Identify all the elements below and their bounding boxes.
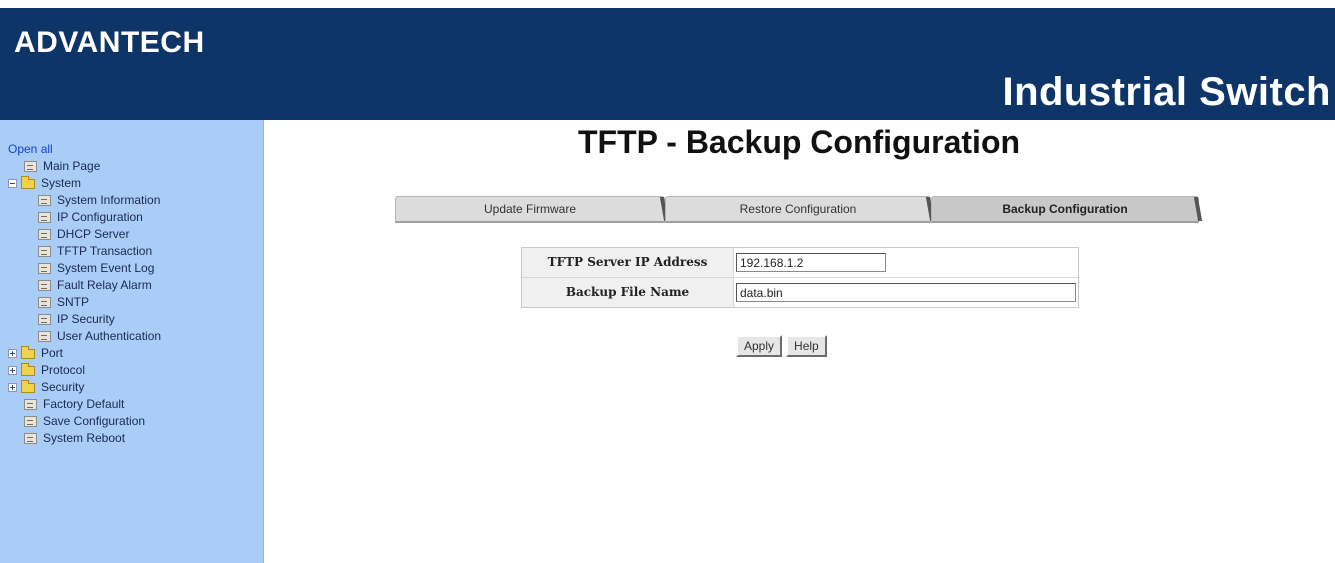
- sidebar-item-label: DHCP Server: [57, 227, 130, 241]
- sidebar-item-ip-configuration[interactable]: IP Configuration: [38, 209, 143, 226]
- expand-icon[interactable]: [8, 349, 17, 358]
- sidebar-item-tftp-transaction[interactable]: TFTP Transaction: [38, 243, 152, 260]
- file-name-label: Backup File Name: [522, 278, 734, 307]
- sidebar-item-label: Security: [41, 380, 85, 394]
- file-name-row: Backup File Name: [522, 278, 1078, 307]
- tab-label: Restore Configuration: [739, 202, 857, 216]
- sidebar-item-label: Factory Default: [43, 397, 125, 411]
- page-icon: [24, 433, 37, 444]
- sidebar-item-factory-default[interactable]: Factory Default: [24, 396, 124, 413]
- page-icon: [24, 399, 37, 410]
- expand-icon[interactable]: [8, 366, 17, 375]
- sidebar-item-system-information[interactable]: System Information: [38, 192, 160, 209]
- tab-update-firmware[interactable]: Update Firmware: [395, 196, 669, 223]
- open-all-link[interactable]: Open all: [8, 142, 53, 156]
- folder-icon: [21, 345, 35, 359]
- page-title: TFTP - Backup Configuration: [577, 124, 1021, 160]
- sidebar-item-system-event-log[interactable]: System Event Log: [38, 260, 154, 277]
- sidebar-item-label: IP Security: [57, 312, 115, 326]
- tab-backup-configuration[interactable]: Backup Configuration: [931, 196, 1203, 223]
- sidebar-item-label: Save Configuration: [43, 414, 146, 428]
- sidebar-folder-system[interactable]: System: [8, 175, 81, 192]
- sidebar-folder-port[interactable]: Port: [8, 345, 63, 362]
- sidebar-item-label: Main Page: [43, 159, 101, 173]
- sidebar-item-dhcp-server[interactable]: DHCP Server: [38, 226, 129, 243]
- page-icon: [38, 212, 51, 223]
- expand-icon[interactable]: [8, 383, 17, 392]
- advantech-logo: ADVANTECH: [14, 26, 205, 59]
- tab-label: Update Firmware: [483, 202, 577, 216]
- page-icon: [38, 229, 51, 240]
- sidebar-item-label: SNTP: [57, 295, 90, 309]
- server-ip-input[interactable]: [736, 253, 886, 272]
- sidebar-item-label: System Information: [57, 193, 161, 207]
- page-icon: [38, 280, 51, 291]
- sidebar-item-label: System: [41, 176, 82, 190]
- sidebar-item-fault-relay-alarm[interactable]: Fault Relay Alarm: [38, 277, 152, 294]
- page-icon: [38, 314, 51, 325]
- sidebar-navigation: Open all Main Page System System Informa…: [0, 120, 264, 563]
- page-icon: [24, 161, 37, 172]
- server-ip-label: TFTP Server IP Address: [522, 248, 734, 277]
- page-icon: [38, 297, 51, 308]
- tab-divider: [1193, 197, 1203, 221]
- tab-restore-configuration[interactable]: Restore Configuration: [665, 196, 935, 223]
- apply-button[interactable]: Apply: [736, 335, 783, 357]
- sidebar-item-main-page[interactable]: Main Page: [24, 158, 100, 175]
- backup-config-form: TFTP Server IP Address Backup File Name: [521, 247, 1079, 308]
- sidebar-item-user-authentication[interactable]: User Authentication: [38, 328, 161, 345]
- folder-open-icon: [21, 175, 35, 189]
- page-icon: [38, 263, 51, 274]
- page-icon: [38, 195, 51, 206]
- product-name: Industrial Switch: [1002, 70, 1331, 114]
- folder-icon: [21, 379, 35, 393]
- page-icon: [38, 246, 51, 257]
- sidebar-folder-protocol[interactable]: Protocol: [8, 362, 85, 379]
- header-banner: ADVANTECH Industrial Switch: [0, 0, 1335, 120]
- sidebar-item-label: System Reboot: [43, 431, 126, 445]
- sidebar-item-label: Protocol: [41, 363, 86, 377]
- collapse-icon[interactable]: [8, 179, 17, 188]
- sidebar-item-label: Fault Relay Alarm: [57, 278, 152, 292]
- help-button[interactable]: Help: [786, 335, 827, 357]
- server-ip-row: TFTP Server IP Address: [522, 248, 1078, 278]
- form-buttons: Apply Help: [736, 335, 827, 357]
- sidebar-item-ip-security[interactable]: IP Security: [38, 311, 115, 328]
- tab-label: Backup Configuration: [1002, 202, 1128, 216]
- sidebar-item-label: Port: [41, 346, 64, 360]
- page-icon: [38, 331, 51, 342]
- tab-bar: Update Firmware Restore Configuration Ba…: [395, 196, 1203, 223]
- sidebar-item-system-reboot[interactable]: System Reboot: [24, 430, 125, 447]
- sidebar-folder-security[interactable]: Security: [8, 379, 84, 396]
- sidebar-item-sntp[interactable]: SNTP: [38, 294, 89, 311]
- sidebar-item-save-configuration[interactable]: Save Configuration: [24, 413, 145, 430]
- file-name-input[interactable]: [736, 283, 1076, 302]
- sidebar-item-label: User Authentication: [57, 329, 162, 343]
- sidebar-item-label: System Event Log: [57, 261, 155, 275]
- sidebar-item-label: TFTP Transaction: [57, 244, 153, 258]
- sidebar-item-label: IP Configuration: [57, 210, 143, 224]
- page-icon: [24, 416, 37, 427]
- folder-icon: [21, 362, 35, 376]
